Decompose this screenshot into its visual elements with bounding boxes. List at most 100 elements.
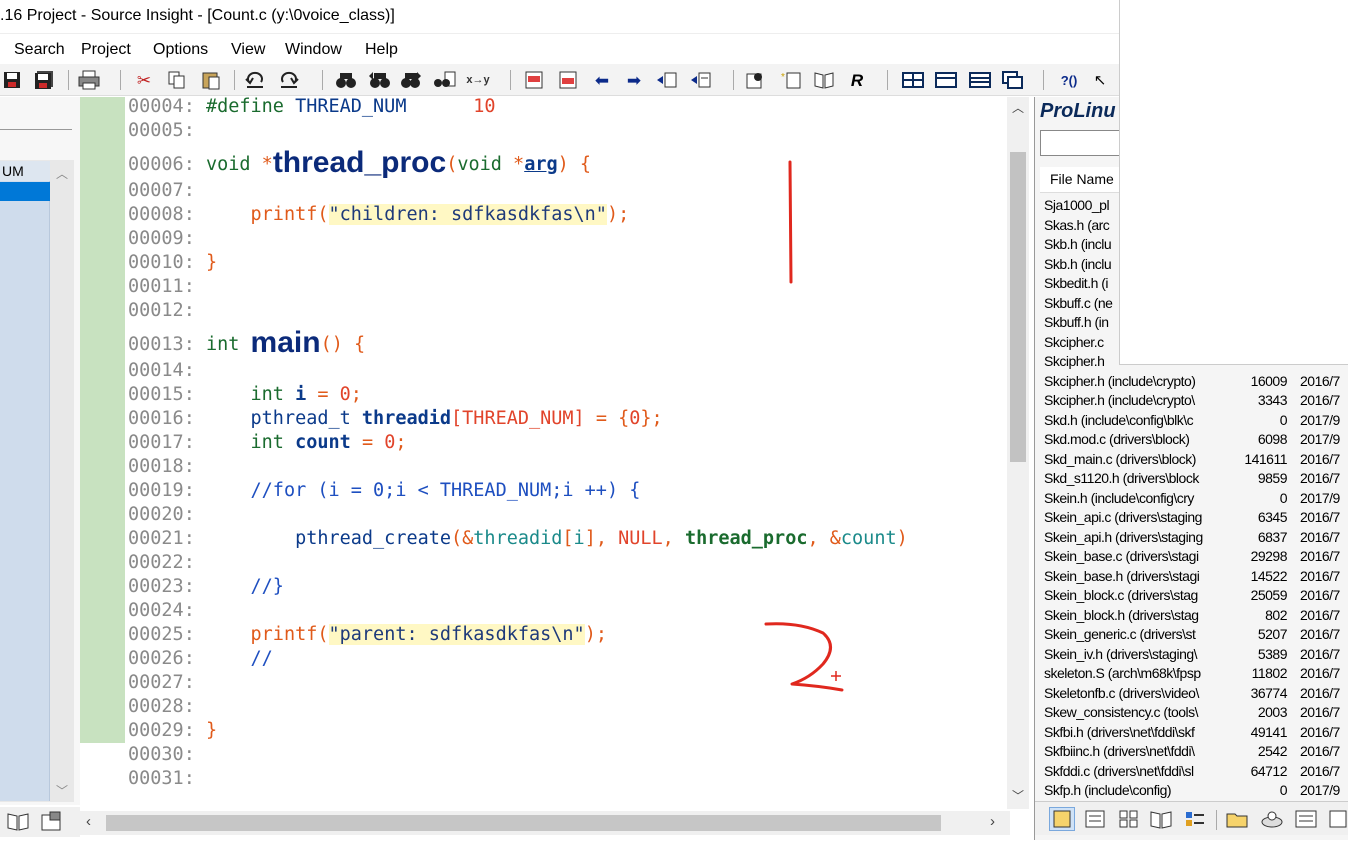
sync-icon[interactable]: [1259, 808, 1285, 835]
settings-icon[interactable]: [40, 810, 64, 837]
overlay-window[interactable]: [1119, 0, 1348, 365]
symbol-list-selected-item[interactable]: [0, 182, 50, 201]
save-icon[interactable]: [0, 68, 24, 92]
bookmark-next-icon[interactable]: [556, 68, 580, 92]
file-list-row[interactable]: Skeletonfb.c (drivers\video\ 36774 2016/7: [1044, 684, 1348, 704]
split-horizontal-icon[interactable]: [934, 68, 958, 92]
file-date: 2016/7: [1300, 509, 1340, 525]
scroll-down-icon[interactable]: ﹀: [1012, 787, 1024, 804]
redo-icon[interactable]: [277, 68, 301, 92]
book-icon[interactable]: [1149, 808, 1173, 835]
split-vertical-icon[interactable]: [968, 68, 992, 92]
code-line: 00006: void *thread_proc(void *arg) {: [128, 146, 592, 179]
browse-icon[interactable]: R: [845, 68, 869, 92]
file-list-icon[interactable]: [1049, 807, 1075, 831]
file-list-row[interactable]: Skfddi.c (drivers\net\fddi\sl 64712 2016/7: [1044, 762, 1348, 782]
file-list-row[interactable]: Skd.h (include\config\blk\c 0 2017/9: [1044, 411, 1348, 431]
file-size: 0: [1279, 782, 1288, 798]
toolbar-separator: [322, 70, 323, 90]
file-list-row[interactable]: Skfp.h (include\config) 0 2017/9: [1044, 781, 1348, 801]
cascade-icon[interactable]: [1001, 68, 1025, 92]
category-icon[interactable]: [1183, 808, 1207, 835]
print-icon[interactable]: [77, 68, 101, 92]
lookup-icon[interactable]: [743, 68, 767, 92]
bookmark-prev-icon[interactable]: [522, 68, 546, 92]
file-list-row[interactable]: Skew_consistency.c (tools\ 2003 2016/7: [1044, 703, 1348, 723]
context-help-icon[interactable]: ↖: [1088, 68, 1112, 92]
relation-icon[interactable]: [812, 68, 836, 92]
cut-icon[interactable]: ✂: [132, 68, 156, 92]
file-list-row[interactable]: Skfbiinc.h (drivers\net\fddi\ 2542 2016/7: [1044, 742, 1348, 762]
file-list-row[interactable]: Skfbi.h (drivers\net\fddi\skf 49141 2016/7: [1044, 723, 1348, 743]
scroll-up-icon[interactable]: ︿: [56, 165, 68, 182]
undo-icon[interactable]: [243, 68, 267, 92]
symbol-list[interactable]: [0, 161, 50, 801]
find-prev-icon[interactable]: [367, 68, 391, 92]
back-icon[interactable]: ⬅: [590, 68, 614, 92]
symbol-list-icon[interactable]: [1083, 808, 1107, 835]
menu-help[interactable]: Help: [365, 41, 398, 59]
file-list-row[interactable]: Skd.mod.c (drivers\block) 6098 2017/9: [1044, 430, 1348, 450]
replace-icon[interactable]: x→y: [466, 68, 490, 92]
file-list-row[interactable]: Skein_block.h (drivers\stag 802 2016/7: [1044, 606, 1348, 626]
settings-icon[interactable]: [1327, 808, 1348, 835]
new-reference-icon[interactable]: *: [779, 68, 803, 92]
file-date: 2016/7: [1300, 528, 1340, 545]
jump-next-icon[interactable]: [689, 68, 713, 92]
editor-horizontal-scrollbar[interactable]: ‹ ›: [80, 811, 1010, 835]
copy-icon[interactable]: [165, 68, 189, 92]
file-list-row[interactable]: Skein_iv.h (drivers\staging\ 5389 2016/7: [1044, 645, 1348, 665]
file-list-row[interactable]: Skcipher.h (include\crypto\ 3343 2016/7: [1044, 391, 1348, 411]
menu-search[interactable]: Search: [14, 41, 65, 59]
file-name: Skd.mod.c (drivers\block): [1044, 431, 1190, 447]
toolbar-separator: [510, 70, 511, 90]
open-folder-icon[interactable]: [1225, 808, 1251, 835]
file-list-row[interactable]: Skein_generic.c (drivers\st 5207 2016/7: [1044, 625, 1348, 645]
menu-options[interactable]: Options: [153, 41, 208, 59]
menu-view[interactable]: View: [231, 41, 265, 59]
file-name: Skein_block.h (drivers\stag: [1044, 606, 1199, 623]
file-list-row[interactable]: Skein_api.c (drivers\staging 6345 2016/7: [1044, 508, 1348, 528]
file-list-row[interactable]: Skein_base.c (drivers\stagi 29298 2016/7: [1044, 547, 1348, 567]
scroll-left-icon[interactable]: ‹: [86, 813, 91, 830]
code-editor[interactable]: 00004: #define THREAD_NUM 10 00005: 0000…: [125, 97, 1007, 807]
scroll-right-icon[interactable]: ›: [990, 813, 995, 830]
book-icon[interactable]: [6, 810, 30, 837]
file-name: Skein_block.c (drivers\stag: [1044, 587, 1198, 603]
file-list-row[interactable]: Skein_block.c (drivers\stag 25059 2016/7: [1044, 586, 1348, 606]
selection-gutter[interactable]: [80, 97, 125, 743]
paste-icon[interactable]: [199, 68, 223, 92]
toolbar-separator: [234, 70, 235, 90]
scrollbar-thumb[interactable]: [1010, 152, 1026, 462]
find-in-files-icon[interactable]: [433, 68, 457, 92]
grid-icon[interactable]: [1117, 808, 1141, 835]
file-list-row[interactable]: Skein_base.h (drivers\stagi 14522 2016/7: [1044, 567, 1348, 587]
file-list-row[interactable]: Skein_api.h (drivers\staging 6837 2016/7: [1044, 528, 1348, 548]
code-line: 00027:: [128, 672, 195, 693]
code-line: 00010: }: [128, 252, 218, 273]
find-next-icon[interactable]: [399, 68, 423, 92]
jump-prev-icon[interactable]: [655, 68, 679, 92]
menu-project[interactable]: Project: [81, 41, 131, 59]
find-icon[interactable]: [334, 68, 358, 92]
file-date: 2016/7: [1300, 470, 1340, 486]
toolbar-separator: [1216, 810, 1217, 830]
tile-icon[interactable]: [901, 68, 925, 92]
forward-icon[interactable]: ➡: [622, 68, 646, 92]
menu-window[interactable]: Window: [285, 41, 342, 59]
file-list-row[interactable]: Skd_main.c (drivers\block) 141611 2016/7: [1044, 450, 1348, 470]
scroll-up-icon[interactable]: ︿: [1012, 99, 1024, 116]
code-line: 00021: pthread_create(&threadid[i], NULL…: [128, 528, 908, 549]
code-line: 00009:: [128, 228, 195, 249]
save-all-icon[interactable]: [32, 68, 56, 92]
file-list-row[interactable]: Skcipher.h (include\crypto) 16009 2016/7: [1044, 372, 1348, 392]
document-icon[interactable]: [1293, 808, 1319, 835]
scroll-down-icon[interactable]: ﹀: [56, 782, 68, 799]
scrollbar-thumb[interactable]: [106, 815, 941, 831]
svg-text:*: *: [781, 72, 785, 83]
help-icon[interactable]: ?(): [1057, 68, 1081, 92]
file-list-row[interactable]: skeleton.S (arch\m68k\fpsp 11802 2016/7: [1044, 664, 1348, 684]
file-list-row[interactable]: Skein.h (include\config\cry 0 2017/9: [1044, 489, 1348, 509]
editor-vertical-scrollbar[interactable]: ︿ ﹀: [1007, 97, 1029, 809]
file-list-row[interactable]: Skd_s1120.h (drivers\block 9859 2016/7: [1044, 469, 1348, 489]
